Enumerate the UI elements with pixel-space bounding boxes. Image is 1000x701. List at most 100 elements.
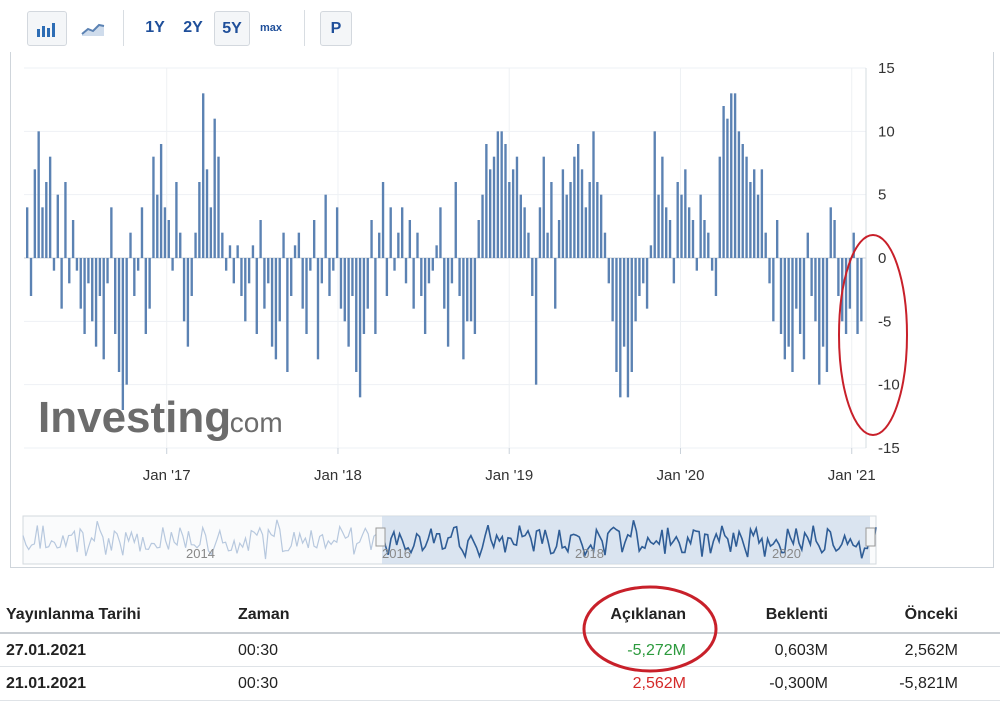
- chart-bar: [159, 144, 163, 258]
- chart-bar: [795, 258, 798, 309]
- chart-bar: [699, 194, 702, 258]
- y-tick-label: -15: [878, 440, 900, 457]
- navigator-label-2020: 2020: [772, 546, 801, 561]
- x-tick-label: Jan '21: [828, 467, 876, 484]
- chart-bar: [745, 156, 748, 258]
- x-tick-label: Jan '18: [314, 467, 362, 484]
- chart-bar: [408, 220, 412, 258]
- chart-bar: [75, 258, 79, 271]
- chart-bar: [515, 156, 519, 258]
- chart-bar: [733, 93, 737, 258]
- chart-bar: [523, 207, 526, 258]
- chart-bar: [710, 258, 714, 271]
- chart-bar: [374, 258, 377, 334]
- bar-chart-button[interactable]: [27, 11, 67, 46]
- chart-bar: [370, 220, 373, 258]
- chart-bar: [557, 220, 561, 258]
- chart-bars: [26, 93, 863, 410]
- chart-bar: [856, 258, 859, 334]
- chart-bar: [821, 258, 825, 347]
- chart-bar: [232, 258, 235, 284]
- chart-bar: [630, 258, 633, 372]
- chart-bar: [802, 258, 806, 360]
- chart-bar: [209, 207, 213, 258]
- chart-bar: [573, 156, 576, 258]
- chart-bar: [33, 169, 37, 258]
- chart-bar: [707, 232, 710, 258]
- chart-bar: [117, 258, 121, 372]
- chart-bar: [251, 245, 255, 258]
- chart-bar: [385, 258, 389, 296]
- chart-bar: [489, 169, 492, 258]
- line-chart-button[interactable]: [74, 11, 112, 44]
- chart-bar: [450, 258, 454, 284]
- chart-bar: [167, 220, 170, 258]
- navigator-handle-right[interactable]: [865, 527, 876, 547]
- chart-bar: [687, 207, 691, 258]
- chart-bar: [175, 182, 178, 258]
- chart-bar: [492, 156, 496, 258]
- chart-bar: [83, 258, 86, 334]
- chart-bar: [91, 258, 94, 322]
- chart-bar: [244, 258, 247, 322]
- chart-bar: [818, 258, 821, 385]
- chart-bar: [645, 258, 649, 309]
- chart-bar: [389, 207, 392, 258]
- chart-bar: [366, 258, 369, 309]
- chart-bar: [684, 169, 687, 258]
- chart-bar: [140, 207, 144, 258]
- chart-bar: [286, 258, 289, 372]
- chart-bar: [446, 258, 450, 347]
- chart-bar: [825, 258, 829, 372]
- p-button[interactable]: P: [320, 11, 352, 46]
- chart-bar: [339, 258, 343, 309]
- range-max-button[interactable]: max: [254, 11, 288, 44]
- range-2y-button[interactable]: 2Y: [176, 11, 210, 44]
- chart-bar: [320, 258, 324, 284]
- chart-bar: [500, 131, 503, 258]
- chart-bar: [534, 258, 538, 385]
- chart-bar: [837, 258, 840, 296]
- chart-bar: [198, 182, 201, 258]
- bar-chart: 151050-5-10-15 Jan '17 Jan '18 Jan '19 Jan …: [22, 60, 908, 565]
- chart-bar: [247, 258, 251, 284]
- navigator-label-2014: 2014: [186, 546, 215, 561]
- y-tick-label: 0: [878, 250, 886, 267]
- y-tick-label: 5: [878, 187, 886, 204]
- chart-bar: [791, 258, 794, 372]
- chart-bar: [312, 220, 316, 258]
- chart-bar: [764, 232, 767, 258]
- chart-bar: [94, 258, 98, 347]
- chart-bar: [125, 258, 128, 385]
- chart-bar: [603, 232, 607, 258]
- chart-bar: [358, 258, 362, 398]
- navigator-handle-left[interactable]: [375, 527, 386, 547]
- chart-bar: [156, 194, 159, 258]
- chart-bar: [519, 194, 522, 258]
- chart-bar: [423, 258, 427, 334]
- chart-bar: [531, 258, 534, 296]
- chart-bar: [102, 258, 105, 360]
- navigator[interactable]: 2014 2016 2018 2020: [22, 515, 877, 565]
- chart-bar: [473, 258, 477, 334]
- range-1y-button[interactable]: 1Y: [138, 11, 172, 44]
- chart-bar: [79, 258, 82, 309]
- chart-bar: [332, 258, 335, 271]
- chart-bar: [580, 169, 584, 258]
- chart-bar: [676, 182, 679, 258]
- toolbar-separator: [123, 10, 124, 46]
- chart-bar: [259, 220, 262, 258]
- chart-bar: [397, 232, 400, 258]
- chart-bar: [152, 156, 155, 258]
- chart-bar: [186, 258, 190, 347]
- chart-bar: [642, 258, 645, 284]
- chart-bar: [454, 182, 457, 258]
- chart-bar: [163, 207, 167, 258]
- chart-bar: [607, 258, 610, 284]
- chart-bar: [737, 131, 741, 258]
- chart-bar: [511, 169, 515, 258]
- range-5y-button[interactable]: 5Y: [214, 11, 250, 46]
- chart-bar: [297, 232, 301, 258]
- y-tick-label: -10: [878, 377, 900, 394]
- y-tick-label: 15: [878, 60, 895, 77]
